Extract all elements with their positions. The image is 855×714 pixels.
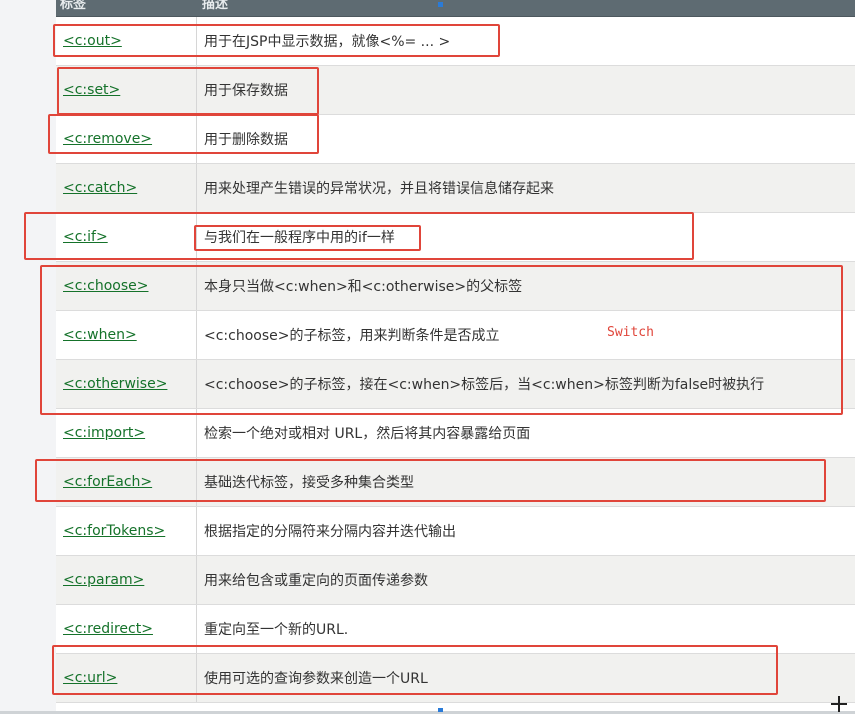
table-row: <c:param> 用来给包含或重定向的页面传递参数 bbox=[56, 556, 855, 605]
tag-link-redirect[interactable]: <c:redirect> bbox=[63, 621, 153, 637]
crosshair-cursor-icon bbox=[831, 696, 847, 712]
tag-link-import[interactable]: <c:import> bbox=[63, 425, 145, 441]
switch-annotation: Switch bbox=[607, 325, 654, 340]
header-col-desc: 描述 bbox=[202, 0, 229, 12]
tag-desc: 根据指定的分隔符来分隔内容并迭代输出 bbox=[204, 524, 456, 540]
tag-desc: 用来处理产生错误的异常状况，并且将错误信息储存起来 bbox=[204, 181, 554, 197]
tag-link-catch[interactable]: <c:catch> bbox=[63, 180, 137, 196]
highlight-box-url bbox=[52, 645, 778, 695]
tag-desc: 检索一个绝对或相对 URL，然后将其内容暴露给页面 bbox=[204, 426, 531, 442]
table-header: 标签 描述 bbox=[56, 0, 855, 17]
highlight-box-remove bbox=[48, 114, 319, 154]
resize-handle-top[interactable] bbox=[438, 2, 443, 7]
table-row: <c:import> 检索一个绝对或相对 URL，然后将其内容暴露给页面 bbox=[56, 409, 855, 458]
table-row: <c:forTokens> 根据指定的分隔符来分隔内容并迭代输出 bbox=[56, 507, 855, 556]
resize-handle-bottom[interactable] bbox=[438, 708, 443, 712]
highlight-box-choose-group bbox=[40, 265, 843, 415]
header-col-tag: 标签 bbox=[60, 0, 87, 12]
highlight-box-out bbox=[53, 24, 500, 57]
tag-link-fortokens[interactable]: <c:forTokens> bbox=[63, 523, 165, 539]
highlight-box-foreach bbox=[35, 459, 826, 502]
tag-desc: 重定向至一个新的URL. bbox=[204, 622, 349, 638]
tag-desc: 用来给包含或重定向的页面传递参数 bbox=[204, 573, 428, 589]
highlight-box-if-desc bbox=[194, 225, 421, 251]
tag-link-param[interactable]: <c:param> bbox=[63, 572, 144, 588]
table-row: <c:catch> 用来处理产生错误的异常状况，并且将错误信息储存起来 bbox=[56, 164, 855, 213]
highlight-box-set bbox=[57, 67, 319, 115]
